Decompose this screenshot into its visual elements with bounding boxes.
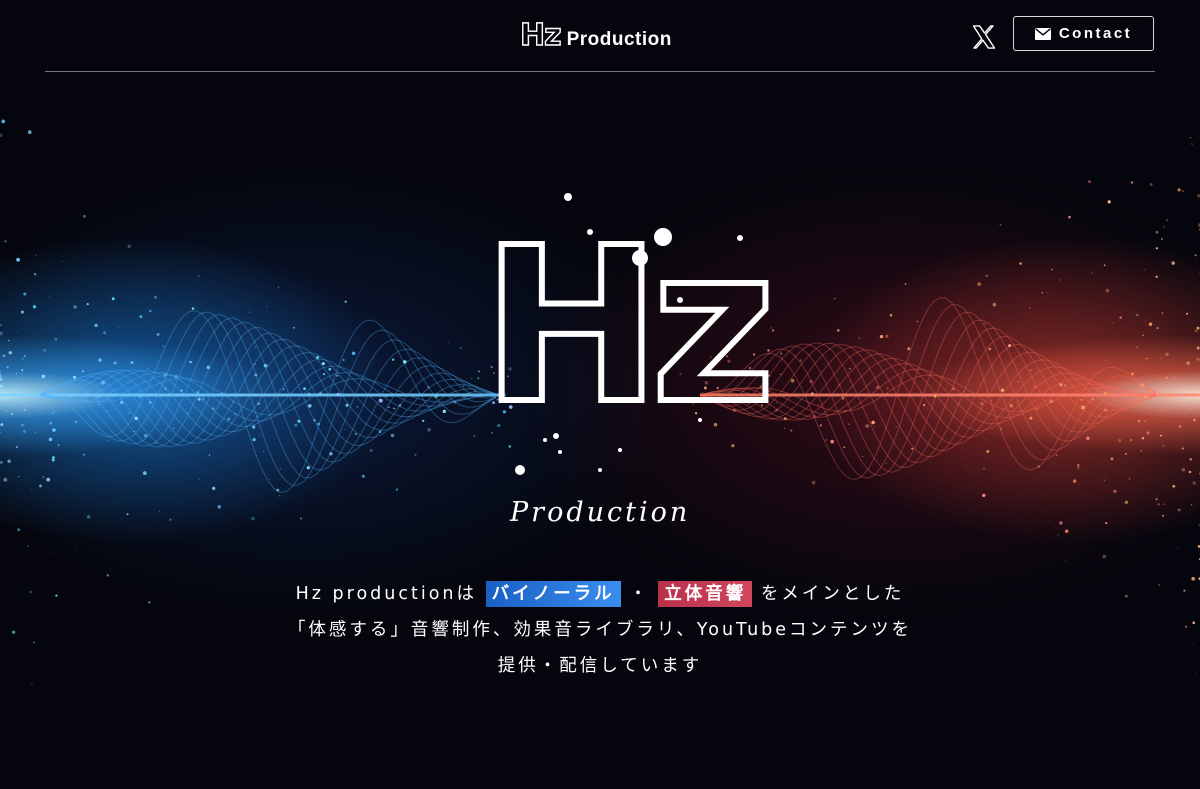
tagline-line-3: 提供・配信しています — [497, 656, 703, 676]
tagline-separator: ・ — [629, 584, 650, 604]
site-header: Hz Production Contact — [0, 0, 1200, 72]
highlight-binaural: バイノーラル — [485, 581, 621, 607]
header-divider — [45, 71, 1155, 72]
contact-label: Contact — [1058, 25, 1133, 42]
hero-logo-mark: Hz — [479, 202, 779, 451]
hero-tagline: Hz productionは バイノーラル ・ 立体音響 をメインとした 「体感… — [0, 576, 1200, 684]
hero-logo: Hz Production — [470, 185, 779, 545]
contact-button[interactable]: Contact — [1013, 16, 1154, 51]
highlight-3d-audio: 立体音響 — [658, 581, 753, 607]
brand-logo: Hz — [519, 18, 562, 53]
mail-icon — [1034, 27, 1051, 40]
x-logo-icon[interactable] — [970, 23, 998, 51]
tagline-prefix: Hz productionは — [295, 584, 478, 604]
tagline-suffix: をメインとした — [760, 584, 905, 604]
hero-logo-subtitle: Production — [510, 497, 691, 528]
brand-logo-link[interactable]: Hz Production — [519, 16, 672, 53]
tagline-line-2: 「体感する」音響制作、効果音ライブラリ、YouTubeコンテンツを — [287, 620, 913, 640]
brand-name: Production — [566, 29, 672, 50]
tagline-line-1: Hz productionは バイノーラル ・ 立体音響 をメインとした — [0, 576, 1200, 612]
